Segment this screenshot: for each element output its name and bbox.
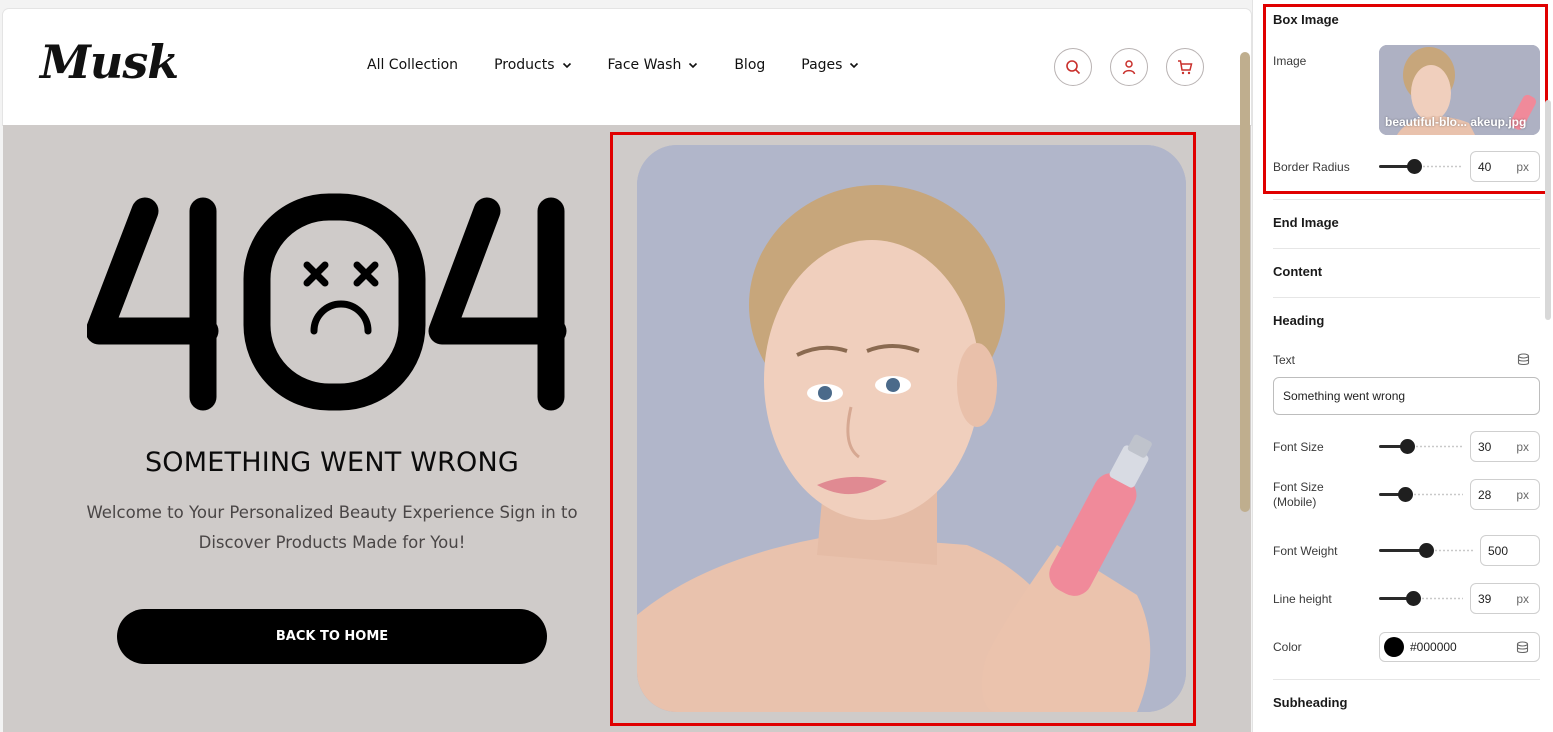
nav-item-label: Products	[494, 57, 555, 73]
nav-item-all-collection[interactable]: All Collection	[367, 57, 458, 73]
nav-item-label: Pages	[801, 57, 843, 73]
image-file-name: beautiful-blo... akeup.jpg	[1385, 115, 1527, 129]
slider-track	[1434, 549, 1473, 552]
text-label: Text	[1273, 353, 1296, 367]
account-button[interactable]	[1110, 48, 1148, 86]
line-height-slider[interactable]	[1379, 591, 1463, 607]
portrait-image	[637, 145, 1186, 712]
nav-item-blog[interactable]: Blog	[734, 57, 765, 73]
search-button[interactable]	[1054, 48, 1092, 86]
section-title-heading[interactable]: Heading	[1273, 313, 1324, 328]
slider-knob[interactable]	[1407, 159, 1422, 174]
slider-knob[interactable]	[1406, 591, 1421, 606]
cart-icon	[1178, 60, 1193, 75]
unit-label: px	[1516, 591, 1529, 606]
font-size-mobile-input[interactable]: 28 px	[1470, 479, 1540, 510]
color-label: Color	[1273, 640, 1302, 654]
slider-knob[interactable]	[1400, 439, 1415, 454]
font-weight-value: 500	[1488, 543, 1509, 558]
color-hex-value: #000000	[1410, 640, 1457, 654]
slider-knob[interactable]	[1398, 487, 1413, 502]
slider-knob[interactable]	[1419, 543, 1434, 558]
font-size-input[interactable]: 30 px	[1470, 431, 1540, 462]
preview-scrollbar[interactable]	[1240, 52, 1250, 512]
nav-item-label: All Collection	[367, 57, 459, 73]
image-picker[interactable]: beautiful-blo... akeup.jpg	[1379, 45, 1540, 135]
font-size-label: Font Size	[1273, 440, 1324, 454]
dynamic-source-icon[interactable]	[1517, 353, 1530, 366]
nav-item-products[interactable]: Products	[494, 57, 571, 73]
chevron-down-icon	[850, 62, 859, 69]
slider-track	[1421, 597, 1463, 600]
section-title-content[interactable]: Content	[1273, 264, 1322, 279]
heading-text-input[interactable]: Something went wrong	[1273, 377, 1540, 415]
nav-item-label: Face Wash	[607, 57, 682, 73]
error-heading: SOMETHING WENT WRONG	[144, 447, 520, 478]
nav-item-face-wash[interactable]: Face Wash	[608, 57, 699, 73]
font-weight-slider[interactable]	[1379, 543, 1473, 559]
divider	[1273, 679, 1540, 680]
settings-panel: Box Image Image beautiful-blo... akeup.j…	[1252, 0, 1553, 732]
error-subtext: Welcome to Your Personalized Beauty Expe…	[86, 503, 578, 552]
section-title-box-image[interactable]: Box Image	[1273, 12, 1339, 27]
font-size-value: 30	[1478, 439, 1492, 454]
unit-label: px	[1516, 439, 1529, 454]
unit-label: px	[1516, 487, 1529, 502]
chevron-down-icon	[562, 62, 571, 69]
site-logo[interactable]: Musk	[40, 35, 179, 89]
error-code-graphic: 404	[87, 193, 567, 411]
border-radius-label: Border Radius	[1273, 160, 1350, 174]
line-height-label: Line height	[1273, 592, 1332, 606]
font-size-mobile-label: Font Size (Mobile)	[1273, 480, 1324, 509]
nav-item-pages[interactable]: Pages	[801, 57, 859, 73]
panel-scrollbar[interactable]	[1545, 100, 1551, 320]
font-size-slider[interactable]	[1379, 439, 1463, 455]
font-size-mobile-value: 28	[1478, 487, 1492, 502]
line-height-value: 39	[1478, 591, 1492, 606]
back-to-home-button[interactable]: BACK TO HOME	[117, 609, 547, 664]
color-picker[interactable]: #000000	[1379, 632, 1540, 662]
section-title-subheading[interactable]: Subheading	[1273, 695, 1347, 710]
border-radius-slider[interactable]	[1379, 159, 1463, 175]
font-weight-label: Font Weight	[1273, 544, 1338, 558]
dynamic-source-icon[interactable]	[1516, 641, 1529, 654]
unit-label: px	[1516, 159, 1529, 174]
search-icon	[1066, 60, 1081, 75]
nav-item-label: Blog	[734, 57, 766, 73]
image-label: Image	[1273, 54, 1307, 68]
color-swatch[interactable]	[1384, 637, 1404, 657]
font-size-mobile-slider[interactable]	[1379, 487, 1463, 503]
border-radius-value: 40	[1478, 159, 1492, 174]
border-radius-input[interactable]: 40 px	[1470, 151, 1540, 182]
site-header: Musk All Collection Products Face Wash B…	[3, 9, 1251, 125]
header-actions	[1054, 48, 1204, 86]
slider-track	[1415, 445, 1463, 448]
main-nav: All Collection Products Face Wash Blog P…	[367, 57, 859, 73]
cart-button[interactable]	[1166, 48, 1204, 86]
slider-track	[1413, 493, 1463, 496]
section-title-end-image[interactable]: End Image	[1273, 215, 1339, 230]
chevron-down-icon	[689, 62, 698, 69]
divider	[1273, 199, 1540, 200]
divider	[1273, 297, 1540, 298]
line-height-input[interactable]: 39 px	[1470, 583, 1540, 614]
site-preview: Musk All Collection Products Face Wash B…	[0, 0, 1252, 732]
slider-track	[1422, 165, 1463, 168]
font-weight-input[interactable]: 500	[1480, 535, 1540, 566]
box-image[interactable]	[637, 145, 1186, 712]
divider	[1273, 248, 1540, 249]
user-icon	[1122, 60, 1136, 75]
